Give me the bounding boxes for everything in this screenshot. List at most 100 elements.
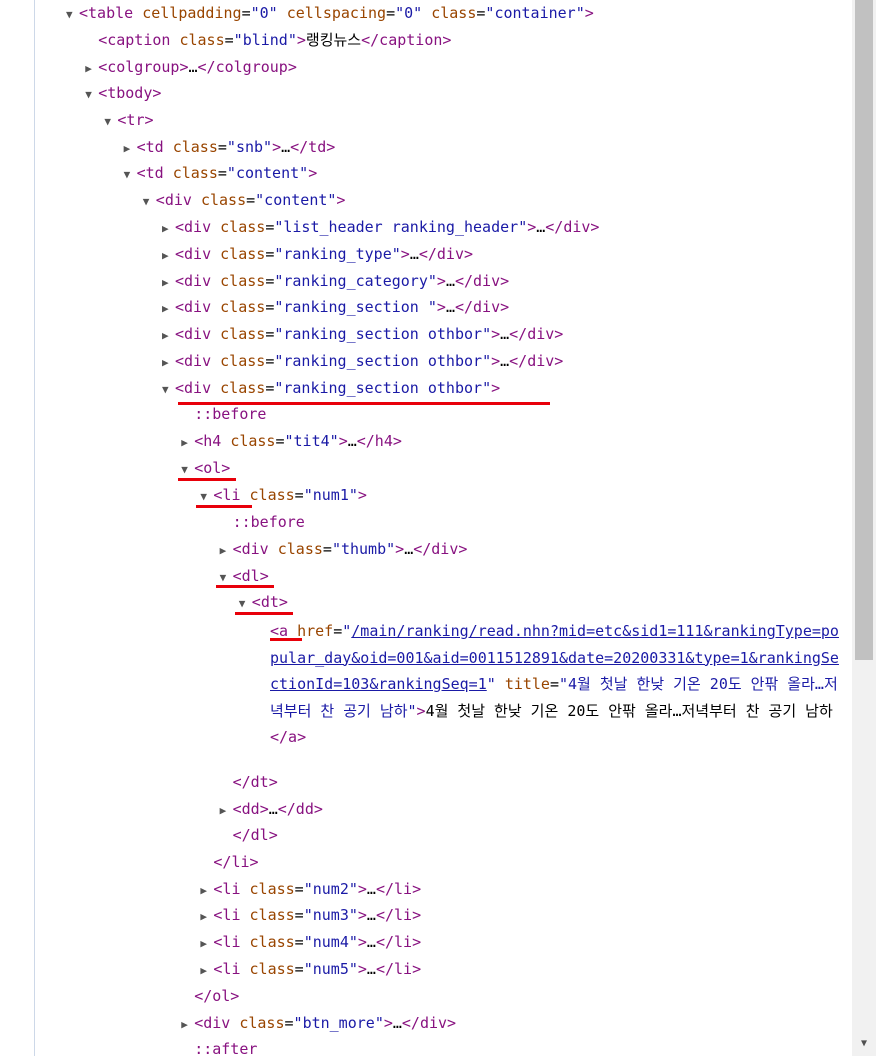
dom-node-row[interactable]: ▼ <tr> bbox=[104, 107, 153, 134]
dom-node-row[interactable]: ▼ <td class="content"> bbox=[124, 160, 318, 187]
collapse-triangle-icon[interactable]: ▼ bbox=[66, 1, 79, 28]
scroll-down-arrow-icon[interactable]: ▼ bbox=[852, 1032, 876, 1056]
vertical-scrollbar[interactable]: ▼ bbox=[852, 0, 876, 1056]
highlight-underline-dt bbox=[235, 612, 293, 615]
expand-triangle-icon[interactable]: ▶ bbox=[85, 55, 98, 82]
dom-node-row[interactable]: ▼ <div class="ranking_section othbor"> bbox=[162, 375, 500, 402]
collapse-triangle-icon[interactable]: ▼ bbox=[104, 108, 117, 135]
dom-node-row[interactable]: ▶ <div class="ranking_section othbor">…</… bbox=[162, 348, 563, 375]
open-tag: <div bbox=[155, 191, 192, 209]
dom-node-row[interactable]: ::after bbox=[181, 1036, 257, 1063]
attr-value: btn_more bbox=[302, 1014, 375, 1032]
tag-bracket: > bbox=[400, 245, 410, 263]
attr-name: class bbox=[220, 298, 266, 316]
dom-node-row[interactable]: ▶ <td class="snb">…</td> bbox=[124, 134, 336, 161]
expand-triangle-icon[interactable]: ▶ bbox=[162, 322, 175, 349]
tag-bracket: > bbox=[436, 298, 446, 316]
expand-triangle-icon[interactable]: ▶ bbox=[181, 429, 194, 456]
collapse-triangle-icon[interactable]: ▼ bbox=[85, 81, 98, 108]
attr-value: 0 bbox=[404, 4, 414, 22]
dom-node-row[interactable]: ▶ <div class="list_header ranking_header"… bbox=[162, 214, 599, 241]
dom-node-row[interactable]: <caption class="blind">랭킹뉴스</caption> bbox=[85, 27, 451, 54]
expand-triangle-icon[interactable]: ▶ bbox=[200, 903, 213, 930]
dom-node-row[interactable]: ▶ <li class="num2">…</li> bbox=[200, 876, 421, 903]
attr-value: content bbox=[264, 191, 328, 209]
dom-node-row[interactable]: ▶ <div class="thumb">…</div> bbox=[220, 536, 468, 563]
dom-node-row[interactable]: ▶ <dd>…</dd> bbox=[220, 796, 323, 823]
dom-node-row[interactable]: ▶ <div class="btn_more">…</div> bbox=[181, 1010, 456, 1037]
dom-node-row[interactable]: </ol> bbox=[181, 983, 239, 1010]
attr-value: tit4 bbox=[293, 432, 330, 450]
expand-triangle-icon[interactable]: ▶ bbox=[200, 957, 213, 984]
expand-triangle-icon[interactable]: ▶ bbox=[162, 242, 175, 269]
tag-bracket: > bbox=[395, 540, 405, 558]
expand-triangle-icon[interactable]: ▶ bbox=[124, 135, 137, 162]
tag-bracket: > bbox=[221, 459, 231, 477]
attr-name: cellspacing bbox=[286, 4, 387, 22]
highlight-underline-li bbox=[196, 505, 252, 508]
dom-node-row[interactable]: ::before bbox=[220, 509, 305, 536]
dom-node-row[interactable]: </dl> bbox=[220, 822, 278, 849]
close-tag: </div> bbox=[545, 218, 600, 236]
close-tag: </div> bbox=[413, 540, 468, 558]
close-tag: </h4> bbox=[356, 432, 402, 450]
pseudo-element: ::before bbox=[194, 405, 267, 423]
open-tag: <div bbox=[175, 379, 212, 397]
dom-node-row[interactable]: </li> bbox=[200, 849, 258, 876]
close-tag: </div> bbox=[401, 1014, 457, 1032]
highlight-underline-ol bbox=[178, 478, 236, 481]
expand-triangle-icon[interactable]: ▶ bbox=[162, 215, 175, 242]
anchor-element-line[interactable]: <a href="/main/ranking/read.nhn?mid=etc&… bbox=[270, 618, 845, 751]
attr-value: thumb bbox=[340, 540, 387, 558]
attr-name: class bbox=[179, 31, 225, 49]
attr-value: ranking_section bbox=[283, 298, 428, 316]
open-tag: <dt bbox=[251, 593, 279, 611]
expand-triangle-icon[interactable]: ▶ bbox=[200, 877, 213, 904]
dom-node-row[interactable]: ▶ <div class="ranking_section ">…</div> bbox=[162, 294, 509, 321]
expand-triangle-icon[interactable]: ▶ bbox=[220, 797, 233, 824]
node-content: 랭킹뉴스 bbox=[305, 31, 362, 49]
attr-value: ranking_section othbor bbox=[283, 379, 483, 397]
dom-node-row[interactable]: ▶ <div class="ranking_category">…</div> bbox=[162, 268, 509, 295]
open-tag: <div bbox=[175, 245, 212, 263]
href-attr-name: href bbox=[297, 622, 334, 640]
attr-value: num1 bbox=[312, 486, 349, 504]
expand-triangle-icon[interactable]: ▶ bbox=[162, 269, 175, 296]
attr-name: class bbox=[249, 906, 295, 924]
dom-node-row[interactable]: ▼ <div class="content"> bbox=[143, 187, 346, 214]
dom-node-row[interactable]: ▶ <li class="num5">…</li> bbox=[200, 956, 421, 983]
open-tag: <td bbox=[136, 164, 164, 182]
attr-name: cellpadding bbox=[142, 4, 242, 22]
dom-node-row[interactable]: ▶ <h4 class="tit4">…</h4> bbox=[181, 428, 402, 455]
dom-tree[interactable]: ▼ <table cellpadding="0" cellspacing="0" … bbox=[0, 0, 850, 1058]
expand-triangle-icon[interactable]: ▶ bbox=[181, 1011, 194, 1038]
attr-value: ranking_type bbox=[283, 245, 392, 263]
open-tag: <div bbox=[175, 325, 212, 343]
dom-node-row[interactable]: ▼ <tbody> bbox=[85, 80, 161, 107]
dom-node-row[interactable]: ▶ <li class="num3">…</li> bbox=[200, 902, 421, 929]
dom-node-row[interactable]: ::before bbox=[181, 401, 266, 428]
tag-bracket: > bbox=[357, 933, 367, 951]
attr-value: container bbox=[494, 4, 576, 22]
scrollbar-thumb[interactable] bbox=[855, 0, 873, 660]
node-content: … bbox=[392, 1014, 402, 1032]
close-tag: </li> bbox=[375, 906, 422, 924]
dom-node-row[interactable]: ▶ <div class="ranking_type">…</div> bbox=[162, 241, 473, 268]
expand-triangle-icon[interactable]: ▶ bbox=[162, 295, 175, 322]
collapse-triangle-icon[interactable]: ▼ bbox=[143, 188, 156, 215]
dom-node-row[interactable]: ▼ <table cellpadding="0" cellspacing="0" … bbox=[66, 0, 594, 27]
expand-triangle-icon[interactable]: ▶ bbox=[200, 930, 213, 957]
dom-node-row[interactable]: ▶ <colgroup>…</colgroup> bbox=[85, 54, 297, 81]
expand-triangle-icon[interactable]: ▶ bbox=[162, 349, 175, 376]
close-tag: </div> bbox=[454, 298, 510, 316]
dom-node-row[interactable]: </dt> bbox=[220, 769, 278, 796]
collapse-triangle-icon[interactable]: ▼ bbox=[124, 161, 137, 188]
open-tag: <ol bbox=[194, 459, 222, 477]
node-content: … bbox=[445, 298, 455, 316]
collapse-triangle-icon[interactable]: ▼ bbox=[162, 376, 175, 403]
close-tag: </li> bbox=[375, 933, 422, 951]
expand-triangle-icon[interactable]: ▶ bbox=[220, 537, 233, 564]
dom-node-row[interactable]: ▶ <li class="num4">…</li> bbox=[200, 929, 421, 956]
dom-node-row[interactable]: ▶ <div class="ranking_section othbor">…</… bbox=[162, 321, 563, 348]
attr-value: num2 bbox=[312, 880, 349, 898]
